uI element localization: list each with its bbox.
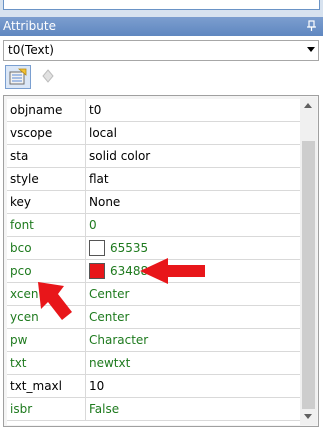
property-name: key	[7, 191, 86, 213]
property-name: xcen	[7, 283, 86, 305]
property-value[interactable]: 63488	[110, 260, 148, 282]
color-swatch[interactable]	[89, 263, 105, 279]
component-selector[interactable]: t0(Text)	[3, 40, 319, 61]
upper-panel-edge	[0, 0, 323, 17]
property-value[interactable]: Character	[89, 329, 148, 351]
property-name: style	[7, 168, 86, 190]
property-row-isbr[interactable]: isbr False	[7, 398, 301, 421]
property-name: isbr	[7, 398, 86, 420]
property-value[interactable]: local	[89, 122, 117, 144]
property-name: ycen	[7, 306, 86, 328]
events-view-button[interactable]	[36, 65, 62, 89]
property-name: vscope	[7, 122, 86, 144]
pin-icon[interactable]	[306, 20, 318, 32]
property-row-font[interactable]: font 0	[7, 214, 301, 237]
property-row-objname[interactable]: objname t0	[7, 99, 301, 122]
events-icon	[42, 69, 54, 83]
property-value[interactable]: flat	[89, 168, 109, 190]
property-value[interactable]: Center	[89, 306, 129, 328]
property-name: pw	[7, 329, 86, 351]
property-name: objname	[7, 99, 86, 121]
property-value[interactable]: t0	[89, 99, 101, 121]
attribute-panel-titlebar: Attribute	[0, 17, 323, 36]
property-row-key[interactable]: key None	[7, 191, 301, 214]
properties-icon	[9, 68, 27, 85]
property-value[interactable]: 65535	[110, 237, 148, 259]
property-name: font	[7, 214, 86, 236]
property-name: pco	[7, 260, 86, 282]
property-value[interactable]: solid color	[89, 145, 150, 167]
property-grid: objname t0 vscope local sta solid color style f…	[7, 99, 301, 425]
property-row-pco[interactable]: pco 63488	[7, 260, 301, 283]
scroll-thumb[interactable]	[302, 141, 315, 409]
selector-value: t0(Text)	[8, 43, 54, 57]
property-value[interactable]: Center	[89, 283, 129, 305]
property-name: bco	[7, 237, 86, 259]
property-value[interactable]: 0	[89, 214, 97, 236]
panel-title: Attribute	[3, 19, 56, 33]
chevron-down-icon[interactable]	[307, 47, 315, 52]
property-value[interactable]: newtxt	[89, 352, 130, 374]
property-value[interactable]: None	[89, 191, 120, 213]
property-value[interactable]: False	[89, 398, 119, 420]
property-row-sta[interactable]: sta solid color	[7, 145, 301, 168]
property-row-ycen[interactable]: ycen Center	[7, 306, 301, 329]
property-name: sta	[7, 145, 86, 167]
scroll-down-icon[interactable]	[300, 408, 317, 425]
property-value[interactable]: 10	[89, 375, 104, 397]
property-row-txt[interactable]: txt newtxt	[7, 352, 301, 375]
upper-panel-frame	[3, 0, 320, 10]
property-row-txt-maxl[interactable]: txt_maxl 10	[7, 375, 301, 398]
property-name: txt_maxl	[7, 375, 86, 397]
vertical-scrollbar[interactable]	[300, 97, 317, 425]
scroll-up-icon[interactable]	[300, 97, 317, 114]
property-name: txt	[7, 352, 86, 374]
attribute-toolbar	[3, 64, 319, 90]
properties-view-button[interactable]	[5, 65, 31, 89]
property-row-pw[interactable]: pw Character	[7, 329, 301, 352]
property-row-xcen[interactable]: xcen Center	[7, 283, 301, 306]
property-grid-frame: objname t0 vscope local sta solid color style f…	[3, 95, 319, 427]
property-row-style[interactable]: style flat	[7, 168, 301, 191]
property-row-bco[interactable]: bco 65535	[7, 237, 301, 260]
color-swatch[interactable]	[89, 240, 105, 256]
property-row-vscope[interactable]: vscope local	[7, 122, 301, 145]
